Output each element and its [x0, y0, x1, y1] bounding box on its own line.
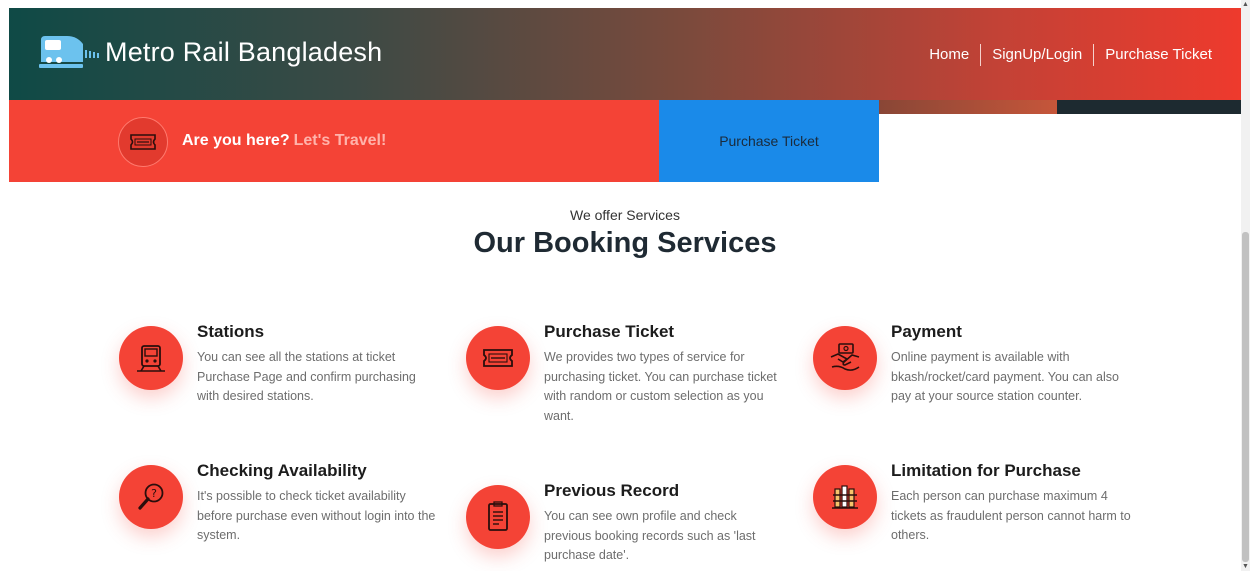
service-description: It's possible to check ticket availabili… [197, 489, 436, 542]
nav-home[interactable]: Home [918, 44, 980, 66]
service-description: We provides two types of service for pur… [544, 350, 777, 423]
service-description: Each person can purchase maximum 4 ticke… [891, 489, 1131, 542]
service-description: You can see all the stations at ticket P… [197, 350, 416, 403]
service-title: Checking Availability [197, 461, 367, 480]
scrollbar-thumb[interactable] [1242, 232, 1249, 562]
brand-name: Metro Rail Bangladesh [105, 36, 383, 67]
service-description: You can see own profile and check previo… [544, 509, 756, 562]
search-magnifier-icon: ? [119, 465, 183, 529]
service-title: Payment [891, 322, 962, 341]
service-title: Stations [197, 322, 265, 341]
scroll-up-arrow-icon[interactable]: ▲ [1241, 0, 1250, 9]
ticket-icon [466, 326, 530, 390]
train-icon [39, 36, 99, 68]
scroll-down-arrow-icon[interactable]: ▼ [1241, 562, 1250, 571]
cta-tagline-bold: Are you here? [182, 132, 290, 149]
service-title: Purchase Ticket [544, 322, 675, 341]
service-title: Limitation for Purchase [891, 461, 1081, 480]
document-record-icon [466, 485, 530, 549]
section-eyebrow: We offer Services [570, 207, 680, 223]
payment-handshake-icon [813, 326, 877, 390]
purchase-ticket-button[interactable]: Purchase Ticket [659, 100, 879, 182]
service-title: Previous Record [544, 481, 680, 500]
cta-tagline-accent: Let's Travel! [293, 132, 387, 149]
limit-barrier-icon [813, 465, 877, 529]
ticket-icon [118, 117, 168, 167]
main-nav: Home SignUp/Login Purchase Ticket [918, 44, 1212, 66]
cta-banner: Are you here? Let's Travel! [9, 100, 659, 182]
svg-text:?: ? [151, 487, 157, 500]
brand[interactable]: Metro Rail Bangladesh [37, 34, 382, 70]
cta-tagline: Are you here? Let's Travel! [182, 132, 386, 150]
nav-signup-login[interactable]: SignUp/Login [981, 44, 1093, 66]
section-title: Our Booking Services [473, 227, 777, 259]
nav-purchase-ticket[interactable]: Purchase Ticket [1094, 44, 1212, 66]
station-board-icon [119, 326, 183, 390]
top-navbar: Metro Rail Bangladesh Home SignUp/Login … [9, 8, 1241, 100]
page-scrollbar[interactable]: ▲ ▼ [1241, 0, 1250, 571]
service-description: Online payment is available with bkash/r… [891, 350, 1119, 403]
